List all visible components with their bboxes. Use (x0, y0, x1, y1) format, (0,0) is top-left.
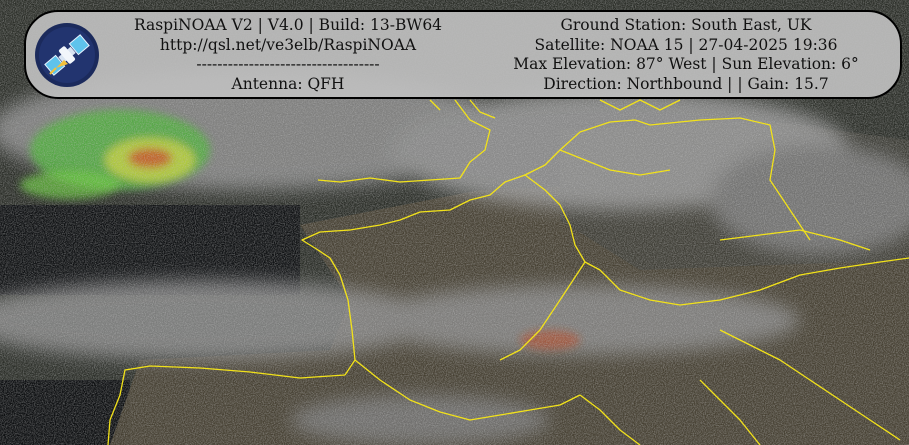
elevation-info: Max Elevation: 87° West | Sun Elevation:… (513, 55, 859, 73)
ground-station: Ground Station: South East, UK (560, 16, 812, 34)
project-url: http://qsl.net/ve3elb/RaspiNOAA (159, 35, 417, 54)
divider-line: ----------------------------------- (196, 55, 380, 73)
pass-info-right: Ground Station: South East, UK Satellite… (496, 16, 876, 94)
satellite-datetime: Satellite: NOAA 15 | 27-04-2025 19:36 (534, 35, 838, 54)
station-info-left: RaspiNOAA V2 | V4.0 | Build: 13-BW64 htt… (96, 16, 480, 94)
direction-gain: Direction: Northbound | | Gain: 15.7 (543, 74, 829, 93)
software-version: RaspiNOAA V2 | V4.0 | Build: 13-BW64 (133, 16, 443, 34)
antenna-info: Antenna: QFH (231, 74, 345, 93)
weather-image-frame: RaspiNOAA V2 | V4.0 | Build: 13-BW64 htt… (0, 0, 909, 445)
pass-info-banner: RaspiNOAA V2 | V4.0 | Build: 13-BW64 htt… (24, 10, 902, 99)
satellite-icon (35, 23, 99, 87)
